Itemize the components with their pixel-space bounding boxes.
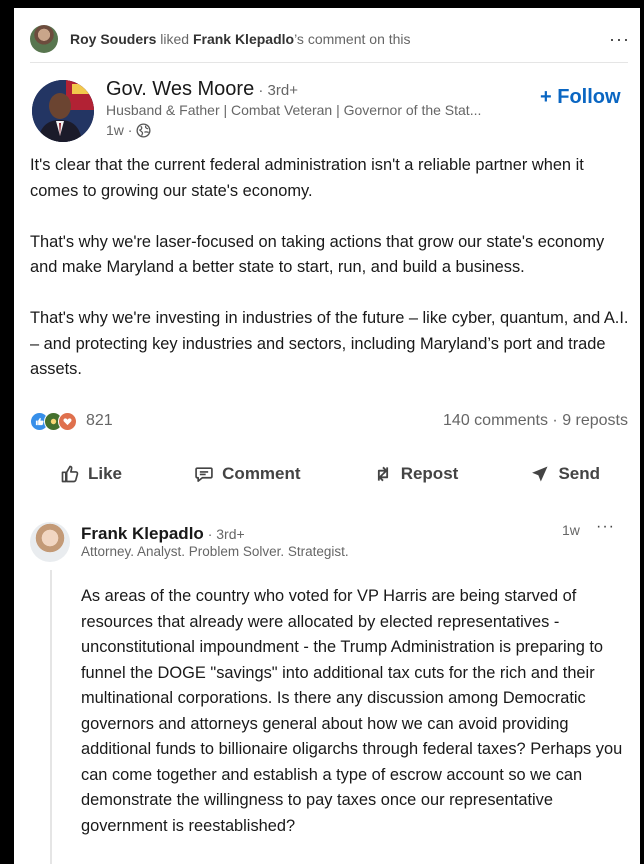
- actor-avatar[interactable]: [30, 25, 58, 53]
- commenter-name-line[interactable]: Frank Klepadlo · 3rd+: [81, 524, 245, 544]
- social-counts: 821 140 comments · 9 reposts: [30, 410, 628, 432]
- thumbs-up-icon: [61, 465, 79, 483]
- target-name[interactable]: Frank Klepadlo: [193, 31, 294, 47]
- author-headline: Husband & Father | Combat Veteran | Gove…: [106, 102, 482, 118]
- commenter-name[interactable]: Frank Klepadlo: [81, 524, 204, 543]
- repost-button[interactable]: Repost: [373, 464, 459, 484]
- comments-reposts-count[interactable]: 140 comments · 9 reposts: [443, 412, 628, 430]
- header-divider: [30, 62, 628, 63]
- activity-suffix: ’s comment on this: [294, 31, 411, 47]
- author-degree: · 3rd+: [254, 82, 298, 99]
- activity-header: Roy Souders liked Frank Klepadlo ’s comm…: [30, 24, 630, 54]
- post-time: 1w ·: [106, 122, 133, 138]
- comment-time: 1w: [562, 522, 580, 538]
- activity-verb: liked: [156, 31, 193, 47]
- follow-button[interactable]: + Follow: [540, 86, 621, 109]
- globe-icon: [136, 122, 151, 138]
- like-label: Like: [88, 464, 123, 483]
- comment-thread-line: [50, 570, 52, 864]
- post-paragraph: That's why we're laser-focused on taking…: [30, 232, 605, 277]
- reaction-count[interactable]: 821: [86, 412, 113, 430]
- repost-label: Repost: [400, 464, 459, 483]
- paper-plane-icon: [532, 466, 548, 482]
- comment-more-icon[interactable]: ···: [596, 518, 615, 536]
- post-body: It's clear that the current federal admi…: [30, 153, 630, 408]
- feed-post-card: Roy Souders liked Frank Klepadlo ’s comm…: [14, 8, 640, 864]
- commenter-avatar[interactable]: [30, 522, 70, 562]
- post-paragraph: That's why we're investing in industries…: [30, 309, 629, 378]
- author-name-line[interactable]: Gov. Wes Moore · 3rd+: [106, 78, 298, 101]
- commenter-headline: Attorney. Analyst. Problem Solver. Strat…: [81, 544, 349, 559]
- actor-name[interactable]: Roy Souders: [70, 31, 156, 47]
- reaction-icons[interactable]: [30, 411, 77, 431]
- comment-text: As areas of the country who voted for VP…: [81, 587, 623, 835]
- send-label: Send: [558, 464, 600, 483]
- post-actions-bar: Like Comment Repost Send: [30, 456, 630, 492]
- author-name[interactable]: Gov. Wes Moore: [106, 78, 254, 100]
- author-avatar[interactable]: [32, 80, 94, 142]
- post-paragraph: It's clear that the current federal admi…: [30, 156, 584, 200]
- love-reaction-icon: [58, 411, 77, 431]
- like-button[interactable]: Like: [60, 464, 122, 484]
- more-options-icon[interactable]: ···: [609, 29, 630, 50]
- send-button[interactable]: Send: [530, 464, 600, 484]
- post-meta: 1w ·: [106, 122, 151, 138]
- commenter-degree: · 3rd+: [203, 526, 245, 542]
- comment-label: Comment: [222, 464, 301, 483]
- repost-arrows-icon: [377, 466, 388, 482]
- speech-bubble-icon: [195, 467, 213, 482]
- comment-button[interactable]: Comment: [194, 464, 301, 484]
